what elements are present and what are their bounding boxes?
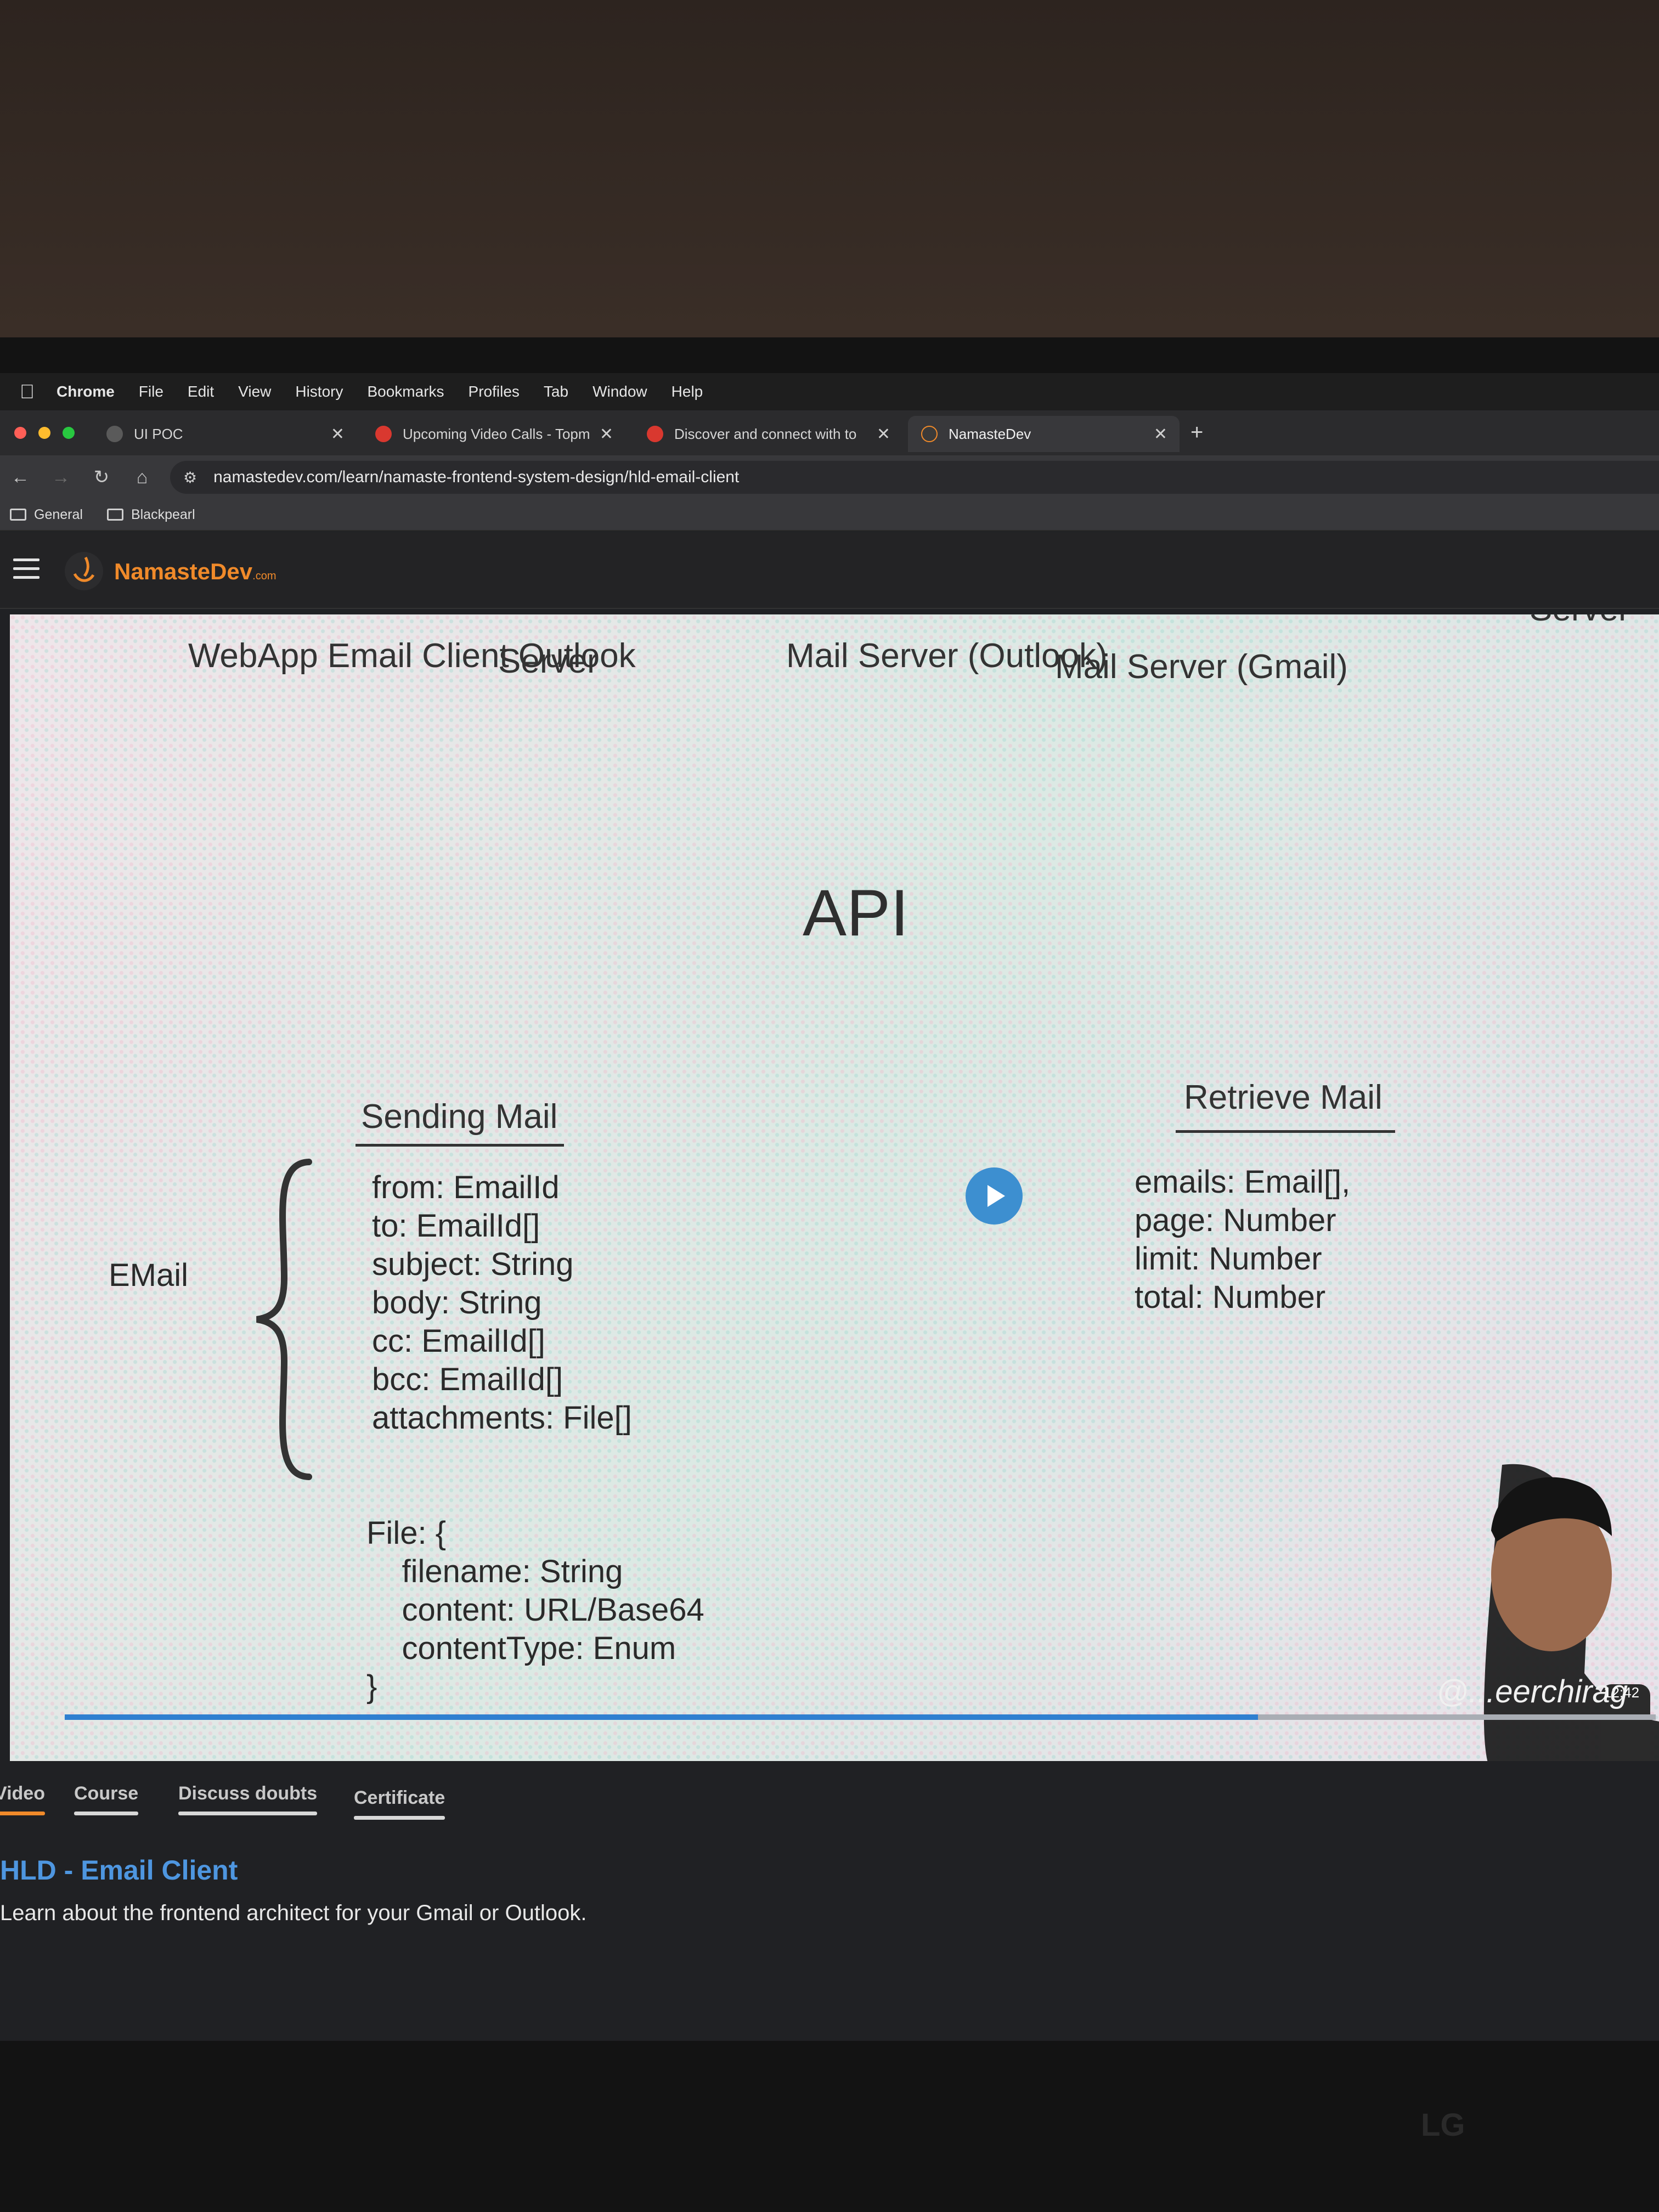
screen:  Chrome File Edit View History Bookmark… <box>0 373 1659 2041</box>
tab-upcoming-video-calls[interactable]: Upcoming Video Calls - Topm ✕ <box>362 416 625 452</box>
menu-bookmarks[interactable]: Bookmarks <box>367 383 444 400</box>
monitor-brand-logo: LG <box>1421 2107 1465 2143</box>
close-icon[interactable]: ✕ <box>1154 425 1167 444</box>
namastedev-favicon-icon <box>921 426 938 442</box>
namastedev-logo-icon[interactable] <box>65 552 103 590</box>
play-button[interactable] <box>966 1167 1023 1224</box>
browser-toolbar: ← → ↻ ⌂ ⚙ namastedev.com/learn/namaste-f… <box>0 455 1659 499</box>
bookmark-label: General <box>34 506 83 522</box>
lesson-description: Learn about the frontend architect for y… <box>0 1901 587 1925</box>
sending-mail-underline <box>356 1144 564 1147</box>
reload-icon[interactable]: ↻ <box>81 466 122 488</box>
email-fields: from: EmailId to: EmailId[] subject: Str… <box>372 1170 632 1436</box>
video-progress-fill <box>65 1714 1258 1720</box>
tab-discover-connect[interactable]: Discover and connect with to ✕ <box>634 416 902 452</box>
globe-icon <box>106 426 123 442</box>
play-icon <box>988 1185 1005 1207</box>
lesson-title: HLD - Email Client <box>0 1855 238 1886</box>
video-progress-bar[interactable] <box>65 1714 1656 1720</box>
bookmark-folder-general[interactable]: General <box>10 507 83 523</box>
bookmark-folder-blackpearl[interactable]: Blackpearl <box>106 506 195 523</box>
tab-video[interactable]: Video <box>0 1783 45 1815</box>
email-label: EMail <box>109 1257 189 1293</box>
macos-menubar:  Chrome File Edit View History Bookmark… <box>0 373 1659 410</box>
folder-icon <box>10 509 26 521</box>
browser-tab-bar: UI POC ✕ Upcoming Video Calls - Topm ✕ D… <box>0 410 1659 455</box>
retrieve-mail-underline <box>1176 1130 1395 1133</box>
tab-indicator <box>178 1812 318 1815</box>
api-heading: API <box>803 876 909 950</box>
lesson-tabs: Video Course Discuss doubts Certificate <box>0 1772 1659 1832</box>
hamburger-menu-icon[interactable] <box>13 558 40 585</box>
logo-suffix: .com <box>252 570 276 582</box>
menu-view[interactable]: View <box>238 383 271 400</box>
topmate-icon <box>647 426 663 442</box>
apple-icon[interactable]:  <box>20 380 35 403</box>
topmate-icon <box>375 426 392 442</box>
menu-tab[interactable]: Tab <box>544 383 568 400</box>
minimize-window-button[interactable] <box>38 427 50 439</box>
tab-indicator <box>354 1816 445 1820</box>
back-arrow-icon[interactable]: ← <box>0 467 41 488</box>
tab-label: Course <box>74 1783 139 1804</box>
sending-mail-heading: Sending Mail <box>361 1098 558 1136</box>
tab-ui-poc[interactable]: UI POC ✕ <box>93 416 357 452</box>
close-icon[interactable]: ✕ <box>331 425 345 444</box>
column-server: Server <box>498 642 599 680</box>
tab-label: Certificate <box>354 1787 445 1808</box>
tab-label: UI POC <box>134 425 183 442</box>
menu-app-name[interactable]: Chrome <box>57 383 115 400</box>
forward-arrow-icon[interactable]: → <box>41 467 81 488</box>
site-logo-text[interactable]: NamasteDev.com <box>114 558 276 585</box>
close-window-button[interactable] <box>14 427 26 439</box>
menu-edit[interactable]: Edit <box>188 383 214 400</box>
site-settings-icon[interactable]: ⚙ <box>183 469 197 487</box>
menu-help[interactable]: Help <box>672 383 703 400</box>
tab-namastedev[interactable]: NamasteDev ✕ <box>908 416 1180 452</box>
menu-history[interactable]: History <box>295 383 343 400</box>
tab-label: NamasteDev <box>949 425 1031 442</box>
zoom-window-button[interactable] <box>63 427 75 439</box>
new-tab-button[interactable]: + <box>1190 420 1203 445</box>
tab-course[interactable]: Course <box>74 1783 139 1815</box>
tab-indicator <box>0 1812 45 1815</box>
video-timestamp: 12:42 <box>1604 1684 1640 1701</box>
video-player[interactable]: WebApp Email Client Outlook Server Mail … <box>10 614 1659 1761</box>
tab-label: Discuss doubts <box>178 1783 318 1804</box>
tab-discuss-doubts[interactable]: Discuss doubts <box>178 1783 318 1815</box>
menu-window[interactable]: Window <box>592 383 647 400</box>
column-server-cut: Server <box>1530 614 1630 629</box>
bookmark-label: Blackpearl <box>131 506 195 522</box>
menu-profiles[interactable]: Profiles <box>469 383 520 400</box>
tab-label: Upcoming Video Calls - Topm <box>403 425 590 442</box>
curly-brace <box>256 1159 312 1480</box>
bookmarks-bar: General Blackpearl <box>0 499 1659 531</box>
close-icon[interactable]: ✕ <box>600 425 613 444</box>
address-bar[interactable]: ⚙ namastedev.com/learn/namaste-frontend-… <box>170 461 1659 494</box>
monitor-frame:  Chrome File Edit View History Bookmark… <box>0 337 1659 2212</box>
tab-label: Discover and connect with to <box>674 425 857 442</box>
url-text[interactable]: namastedev.com/learn/namaste-frontend-sy… <box>213 468 739 487</box>
tab-indicator <box>74 1812 139 1815</box>
retrieve-mail-heading: Retrieve Mail <box>1184 1079 1383 1116</box>
tab-label: Video <box>0 1783 45 1804</box>
home-icon[interactable]: ⌂ <box>122 467 162 488</box>
column-mail-server-gmail: Mail Server (Gmail) <box>1055 648 1348 686</box>
menu-file[interactable]: File <box>139 383 163 400</box>
tab-certificate[interactable]: Certificate <box>354 1787 445 1820</box>
video-watermark: @...eerchirag <box>1436 1674 1628 1709</box>
folder-icon <box>106 509 123 521</box>
site-header: NamasteDev.com <box>0 532 1659 609</box>
file-definition: File: { filename: String content: URL/Ba… <box>366 1515 704 1705</box>
close-icon[interactable]: ✕ <box>877 425 890 444</box>
